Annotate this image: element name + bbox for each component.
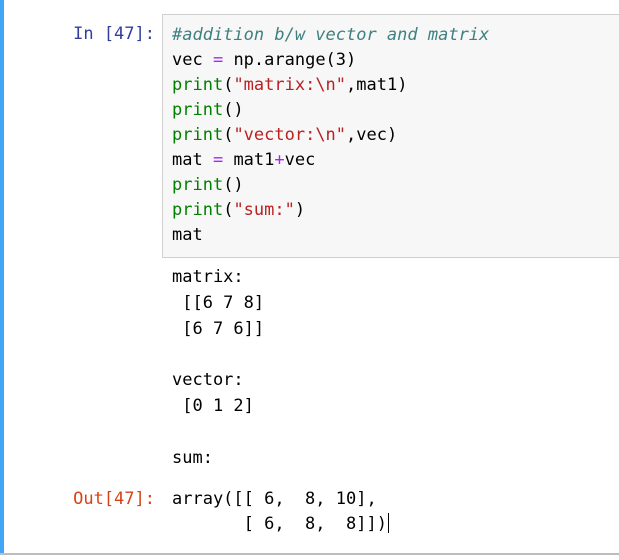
code-token: () [223, 100, 244, 120]
execution-result: array([[ 6, 8, 10], [ 6, 8, 8]]) [172, 487, 389, 537]
stdout-line [172, 342, 264, 368]
code-token: print [172, 125, 224, 145]
code-token: print [172, 200, 224, 220]
stdout-line: vector: [172, 370, 244, 391]
code-line[interactable]: print("matrix:\n",mat1) [172, 73, 489, 98]
code-token: ,mat1) [346, 75, 408, 95]
code-line[interactable]: mat [172, 223, 489, 248]
code-token: ,vec) [346, 125, 398, 145]
cell-bottom-border [0, 553, 619, 555]
code-token: ) [294, 200, 306, 220]
code-line[interactable]: print() [172, 173, 489, 198]
code-token: = [212, 50, 224, 70]
code-token: np.arange(3) [223, 50, 357, 70]
code-token: ( [223, 125, 234, 145]
code-token: ( [223, 75, 234, 95]
code-line[interactable]: print("vector:\n",vec) [172, 123, 489, 148]
code-line[interactable]: mat = mat1+vec [172, 148, 489, 173]
stdout-line: [[6 7 8] [172, 292, 265, 313]
stdout-line [172, 420, 264, 446]
result-line: [ 6, 8, 8]]) [172, 512, 389, 537]
cell-selection-bar [0, 0, 4, 553]
code-line[interactable]: vec = np.arange(3) [172, 48, 489, 73]
code-token: print [172, 75, 224, 95]
code-token: + [274, 150, 285, 170]
text-cursor [387, 513, 389, 533]
stdout-line: matrix: [172, 267, 244, 287]
code-token: vec [172, 50, 213, 70]
code-token: mat1 [223, 150, 275, 170]
code-token: print [172, 100, 224, 120]
stdout-line: [0 1 2] [172, 395, 254, 416]
result-text: array([[ 6, 8, 10], [172, 489, 377, 509]
code-token: "vector:\n" [233, 125, 347, 145]
code-token: #addition b/w vector and matrix [172, 25, 490, 45]
input-prompt: In [47]: [73, 24, 155, 44]
code-token: = [212, 150, 224, 170]
code-token: vec [284, 150, 316, 170]
code-token: mat [172, 225, 203, 245]
code-token: mat [172, 150, 213, 170]
code-token: print [172, 175, 224, 195]
code-token: () [223, 175, 244, 195]
code-token: ( [223, 200, 234, 220]
stdout-line: sum: [172, 447, 213, 468]
code-token: "matrix:\n" [233, 75, 347, 95]
code-line[interactable]: print() [172, 98, 489, 123]
code-line[interactable]: #addition b/w vector and matrix [172, 23, 489, 48]
stdout-output: matrix: [[6 7 8] [6 7 6]] vector: [0 1 2]… [172, 265, 264, 471]
code-line[interactable]: print("sum:") [172, 198, 489, 223]
code-input-area[interactable]: #addition b/w vector and matrix vec = np.… [162, 14, 619, 258]
code-editor[interactable]: #addition b/w vector and matrix vec = np.… [172, 23, 489, 248]
result-text: [ 6, 8, 8]]) [172, 514, 387, 534]
result-line: array([[ 6, 8, 10], [172, 487, 389, 512]
stdout-line: [6 7 6]] [172, 318, 265, 339]
output-prompt: Out[47]: [73, 489, 155, 509]
code-token: "sum:" [233, 200, 295, 220]
